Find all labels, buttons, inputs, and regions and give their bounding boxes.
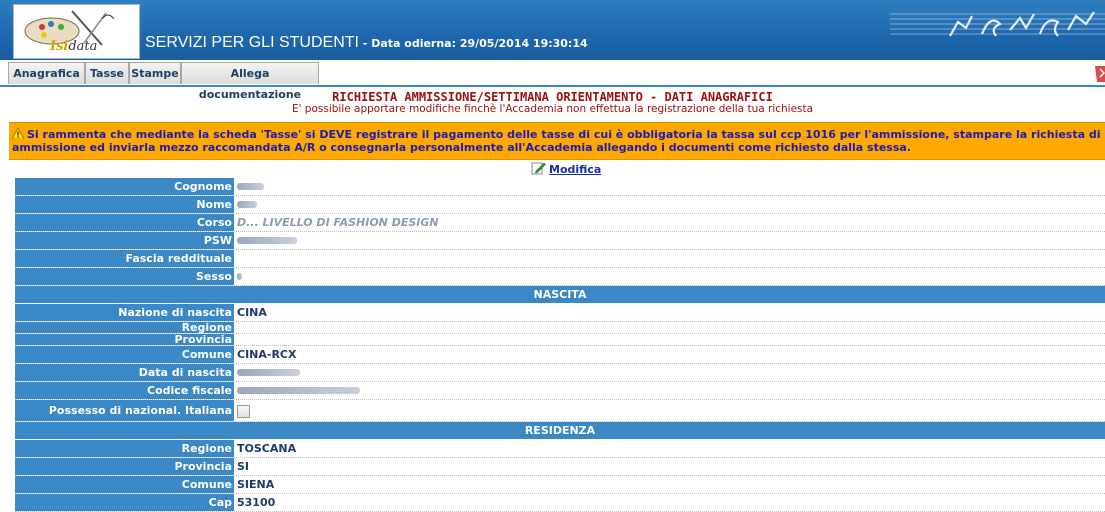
section-nascita: NASCITA xyxy=(15,286,1105,304)
logo-text: Isidata xyxy=(50,39,98,54)
corso-value: D... LIVELLO DI FASHION DESIGN xyxy=(237,216,439,229)
table-row: Provincia xyxy=(15,334,1105,346)
edit-icon xyxy=(531,162,546,175)
comune-residenza-label: Comune xyxy=(15,476,234,493)
modifica-link[interactable]: Modifica xyxy=(549,163,601,176)
data-nascita-label: Data di nascita xyxy=(15,364,234,381)
nazionalita-italiana-checkbox[interactable] xyxy=(237,405,250,418)
table-row: Cap 53100 xyxy=(15,494,1105,512)
table-row: Corso D... LIVELLO DI FASHION DESIGN xyxy=(15,214,1105,232)
form-heading: RICHIESTA AMMISSIONE/SETTIMANA ORIENTAME… xyxy=(332,90,773,104)
table-row: Nome xyxy=(15,196,1105,214)
tab-allega-documentazione[interactable]: Allega documentazione xyxy=(181,62,319,101)
table-row: Codice fiscale xyxy=(15,382,1105,400)
sesso-value-redacted xyxy=(237,273,242,280)
table-row: Provincia SI xyxy=(15,458,1105,476)
regione-nascita-label: Regione xyxy=(15,322,234,333)
comune-nascita-value: CINA-RCX xyxy=(237,348,297,361)
tab-stampe[interactable]: Stampe xyxy=(129,62,181,84)
tab-underline xyxy=(0,85,1105,87)
form-subheading: E' possibile apportare modifiche finchè … xyxy=(291,103,814,115)
anagrafica-table: Cognome Nome Corso D... LIVELLO DI FASHI… xyxy=(15,178,1105,512)
nazione-label: Nazione di nascita xyxy=(15,304,234,321)
regione-residenza-value: TOSCANA xyxy=(237,442,297,455)
tab-bar: Anagrafica Tasse Stampe Allega documenta… xyxy=(0,60,1105,101)
provincia-residenza-label: Provincia xyxy=(15,458,234,475)
psw-label: PSW xyxy=(15,232,234,249)
music-notes-icon xyxy=(890,11,1105,37)
sesso-label: Sesso xyxy=(15,268,234,285)
nazione-value: CINA xyxy=(237,306,267,319)
corso-label: Corso xyxy=(15,214,234,231)
table-row: Comune CINA-RCX xyxy=(15,346,1105,364)
nome-value-redacted xyxy=(237,201,257,208)
possesso-nazionalita-label: Possesso di nazional. Italiana xyxy=(15,400,234,421)
app-header: Isidata SERVIZI PER GLI STUDENTI - Data … xyxy=(0,0,1105,60)
table-row: Comune SIENA xyxy=(15,476,1105,494)
section-residenza: RESIDENZA xyxy=(15,422,1105,440)
comune-residenza-value: SIENA xyxy=(237,478,275,491)
cognome-label: Cognome xyxy=(15,178,234,195)
fascia-label: Fascia reddituale xyxy=(15,250,234,267)
tab-anagrafica[interactable]: Anagrafica xyxy=(8,62,85,84)
nome-label: Nome xyxy=(15,196,234,213)
table-row: Regione TOSCANA xyxy=(15,440,1105,458)
codice-fiscale-label: Codice fiscale xyxy=(15,382,234,399)
comune-nascita-label: Comune xyxy=(15,346,234,363)
table-row: Cognome xyxy=(15,178,1105,196)
provincia-residenza-value: SI xyxy=(237,460,250,473)
provincia-nascita-label: Provincia xyxy=(15,334,234,345)
table-row: Sesso xyxy=(15,268,1105,286)
current-date: - Data odierna: 29/05/2014 19:30:14 xyxy=(358,37,588,50)
isidata-logo: Isidata xyxy=(13,4,140,59)
page-title: SERVIZI PER GLI STUDENTI - Data odierna:… xyxy=(145,34,588,51)
corner-icon[interactable] xyxy=(1091,64,1105,82)
table-row: Nazione di nascita CINA xyxy=(15,304,1105,322)
table-row: Possesso di nazional. Italiana xyxy=(15,400,1105,422)
data-nascita-value-redacted xyxy=(237,369,300,376)
table-row: Fascia reddituale xyxy=(15,250,1105,268)
psw-value-redacted xyxy=(237,237,297,244)
table-row: PSW xyxy=(15,232,1105,250)
codice-fiscale-value-redacted xyxy=(237,387,360,394)
warning-text: Si rammenta che mediante la scheda 'Tass… xyxy=(12,128,1101,154)
regione-residenza-label: Regione xyxy=(15,440,234,457)
tab-tasse[interactable]: Tasse xyxy=(85,62,129,84)
table-row: Data di nascita xyxy=(15,364,1105,382)
cognome-value-redacted xyxy=(237,183,264,190)
warning-banner: Si rammenta che mediante la scheda 'Tass… xyxy=(9,122,1105,160)
